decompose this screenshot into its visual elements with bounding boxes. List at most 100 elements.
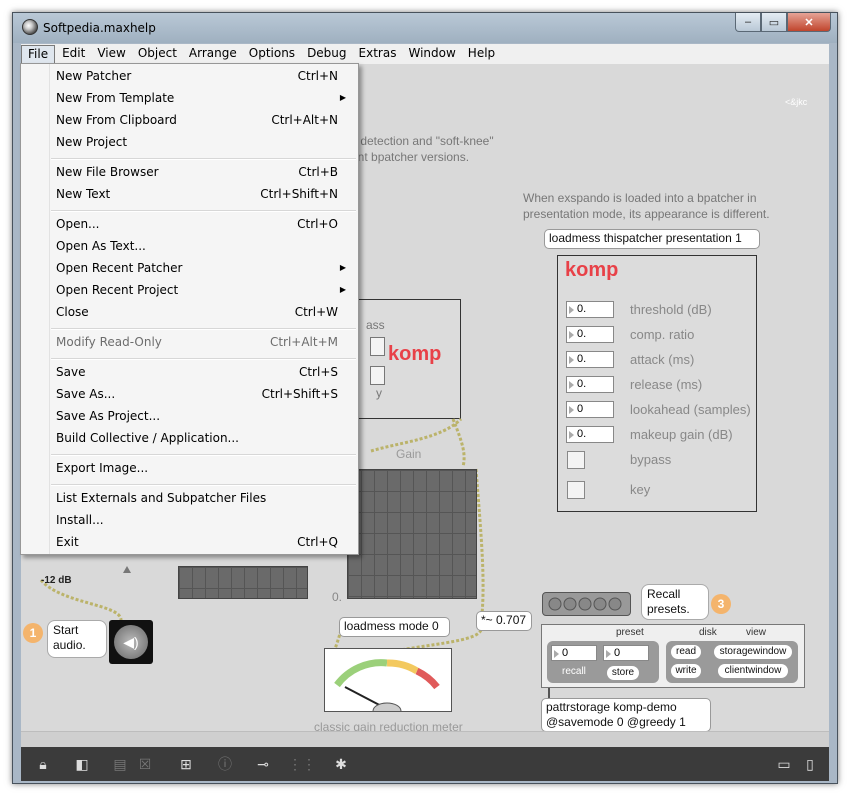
menu-new-project[interactable]: New Project [56, 132, 338, 152]
disk-header: disk [699, 627, 717, 638]
store-button[interactable]: store [607, 666, 639, 680]
patcher-toolbar: 🔒︎ ◧ ▤ ☒ ⊞ ⓘ ⊸ ⋮⋮ ✱ ▭ ▯ [21, 747, 829, 781]
app-icon [22, 19, 38, 35]
menu-build-collective[interactable]: Build Collective / Application... [56, 428, 338, 448]
window-title: Softpedia.maxhelp [43, 21, 156, 35]
menu-save-shortcut: Ctrl+S [298, 365, 338, 379]
ezdac-button[interactable]: ◀) [109, 620, 153, 664]
menu-new-from-template[interactable]: New From Template ▶ [56, 88, 346, 108]
gain-reduction-meter [324, 648, 452, 720]
menu-debug[interactable]: Debug [301, 44, 352, 64]
lock-icon[interactable]: 🔒︎ [32, 753, 54, 775]
loadmess-mode-object[interactable]: loadmess mode 0 [339, 617, 450, 637]
gain-label: Gain [396, 447, 422, 461]
menu-open-recent-project[interactable]: Open Recent Project ▶ [56, 280, 346, 300]
menu-extras[interactable]: Extras [353, 44, 403, 64]
clientwindow-button[interactable]: clientwindow [718, 664, 788, 678]
menu-modify-read-only-label: Modify Read-Only [56, 335, 162, 349]
title-bar[interactable]: Softpedia.maxhelp ‒ ▭ ✕ [13, 13, 837, 43]
menu-new-from-clipboard-label: New From Clipboard [56, 113, 177, 127]
caption-buttons: ‒ ▭ ✕ [735, 13, 831, 32]
menu-new-from-clipboard[interactable]: New From Clipboard Ctrl+Alt+N [56, 110, 338, 130]
menu-exit[interactable]: Exit Ctrl+Q [56, 532, 338, 552]
menu-edit[interactable]: Edit [56, 44, 91, 64]
delete-icon[interactable]: ☒ [134, 753, 156, 775]
menu-exit-shortcut: Ctrl+Q [297, 535, 338, 549]
recall-line-1: Recall [647, 587, 681, 601]
pattrstorage-line-2: @savemode 0 @greedy 1 [546, 715, 686, 729]
menu-new-project-label: New Project [56, 135, 128, 149]
menu-save-as-project-label: Save As Project... [56, 409, 161, 423]
clue-icon[interactable]: ✱ [330, 753, 352, 775]
line-tilde-object[interactable]: *~ 0.707 [476, 611, 532, 631]
start-audio-line-2: audio. [53, 638, 86, 652]
gain-matrix[interactable] [347, 469, 477, 599]
menu-open-as-text[interactable]: Open As Text... [56, 236, 338, 256]
menu-object[interactable]: Object [132, 44, 183, 64]
preset-slots [548, 597, 622, 611]
sidebar-icon[interactable]: ▯ [799, 753, 821, 775]
menu-save-as[interactable]: Save As... Ctrl+Shift+S [56, 384, 338, 404]
menu-new-text-shortcut: Ctrl+Shift+N [260, 187, 338, 201]
cord-3 [474, 468, 485, 625]
disk-view-group: read write storagewindow clientwindow [666, 641, 798, 683]
gain-matrix-left[interactable] [178, 566, 308, 599]
menu-new-file-browser-label: New File Browser [56, 165, 159, 179]
menu-window[interactable]: Window [402, 44, 461, 64]
split-view-icon[interactable]: ▭ [773, 753, 795, 775]
preset-number-2[interactable]: 0 [603, 645, 649, 661]
menu-open[interactable]: Open... Ctrl+O [56, 214, 338, 234]
menu-export-image[interactable]: Export Image... [56, 458, 338, 478]
menu-separator [51, 454, 356, 456]
menu-modify-read-only-shortcut: Ctrl+Alt+M [269, 335, 338, 349]
recall-presets-bubble: Recall presets. [641, 584, 709, 620]
storagewindow-button[interactable]: storagewindow [714, 645, 792, 659]
menu-new-patcher[interactable]: New Patcher Ctrl+N [56, 66, 338, 86]
menu-modify-read-only: Modify Read-Only Ctrl+Alt+M [56, 332, 338, 352]
menu-list-externals-label: List Externals and Subpatcher Files [56, 491, 267, 505]
grid-icon[interactable]: ⋮⋮ [288, 753, 316, 775]
zero-label: 0. [332, 590, 343, 604]
menu-exit-label: Exit [56, 535, 79, 549]
menu-open-recent-patcher[interactable]: Open Recent Patcher ▶ [56, 258, 346, 278]
menu-save-as-project[interactable]: Save As Project... [56, 406, 338, 426]
presentation-icon[interactable]: ◧ [71, 753, 93, 775]
recall-label[interactable]: recall [562, 666, 586, 677]
close-button[interactable]: ✕ [787, 13, 831, 32]
menu-help[interactable]: Help [462, 44, 501, 64]
write-button[interactable]: write [671, 664, 701, 678]
cord-2 [451, 418, 466, 468]
menu-close-label: Close [56, 305, 89, 319]
slider-marker-icon [123, 566, 131, 573]
pattrstorage-object[interactable]: pattrstorage komp-demo @savemode 0 @gree… [541, 698, 711, 732]
menu-new-file-browser[interactable]: New File Browser Ctrl+B [56, 162, 338, 182]
menu-arrange[interactable]: Arrange [183, 44, 243, 64]
menu-view[interactable]: View [91, 44, 131, 64]
menu-separator [51, 358, 356, 360]
minimize-button[interactable]: ‒ [735, 13, 761, 32]
inspector-icon[interactable]: ⓘ [214, 753, 236, 775]
submenu-arrow-icon: ▶ [339, 285, 346, 294]
menu-close[interactable]: Close Ctrl+W [56, 302, 338, 322]
step-3-badge: 3 [711, 594, 731, 614]
preset-object[interactable] [542, 592, 631, 616]
menu-open-label: Open... [56, 217, 100, 231]
speaker-icon: ◀) [114, 625, 148, 659]
step-1-badge: 1 [23, 623, 43, 643]
db-label: -12 dB [41, 575, 72, 586]
read-button[interactable]: read [671, 645, 701, 659]
menu-new-text[interactable]: New Text Ctrl+Shift+N [56, 184, 338, 204]
menu-save[interactable]: Save Ctrl+S [56, 362, 338, 382]
menu-bar: File Edit View Object Arrange Options De… [21, 44, 829, 64]
new-object-icon[interactable]: ⊞ [175, 753, 197, 775]
menu-install[interactable]: Install... [56, 510, 338, 530]
menu-list-externals[interactable]: List Externals and Subpatcher Files [56, 488, 338, 508]
menu-new-patcher-shortcut: Ctrl+N [297, 69, 338, 83]
slider-icon[interactable]: ⊸ [252, 753, 274, 775]
menu-options[interactable]: Options [243, 44, 301, 64]
menu-save-as-shortcut: Ctrl+Shift+S [261, 387, 338, 401]
snap-icon[interactable]: ▤ [109, 753, 131, 775]
menu-file[interactable]: File [21, 45, 56, 64]
maximize-button[interactable]: ▭ [761, 13, 787, 32]
preset-number-1[interactable]: 0 [551, 645, 597, 661]
